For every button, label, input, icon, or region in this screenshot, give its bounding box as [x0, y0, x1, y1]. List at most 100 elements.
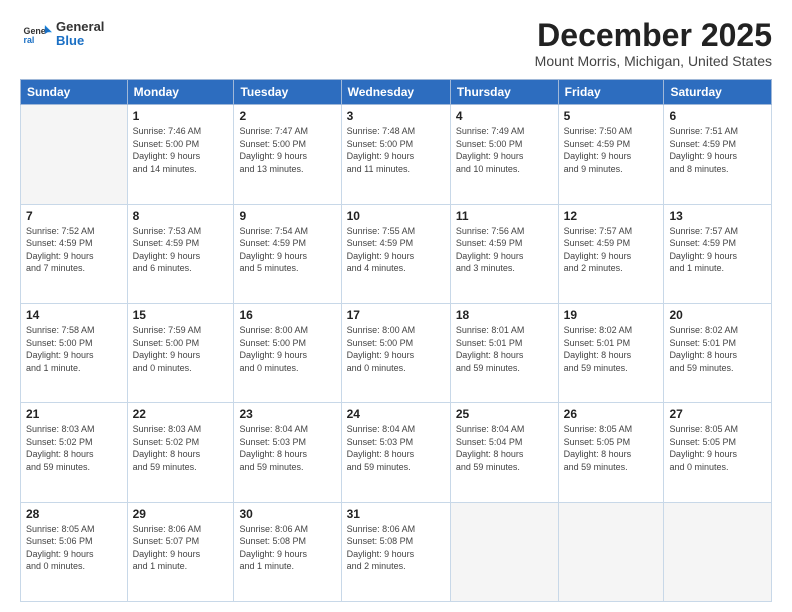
- logo-general-text: General: [56, 20, 104, 34]
- day-number: 18: [456, 308, 553, 322]
- day-cell: 7Sunrise: 7:52 AMSunset: 4:59 PMDaylight…: [21, 204, 128, 303]
- day-cell: [450, 502, 558, 601]
- day-cell: 6 Sunrise: 7:51 AMSunset: 4:59 PMDaylight…: [664, 105, 772, 204]
- day-cell: 30 Sunrise: 8:06 AMSunset: 5:08 PMDayligh…: [234, 502, 341, 601]
- day-info: Sunrise: 7:54 AMSunset: 4:59 PMDaylight:…: [239, 225, 335, 275]
- day-number: 28: [26, 507, 122, 521]
- day-info: Sunrise: 8:02 AMSunset: 5:01 PMDaylight:…: [669, 324, 766, 374]
- day-number: 5: [564, 109, 659, 123]
- day-number: 12: [564, 209, 659, 223]
- title-block: December 2025 Mount Morris, Michigan, Un…: [535, 18, 772, 69]
- day-info: Sunrise: 7:55 AMSunset: 4:59 PMDaylight:…: [347, 225, 445, 275]
- day-info: Sunrise: 7:56 AMSunset: 4:59 PMDaylight:…: [456, 225, 553, 275]
- day-number: 19: [564, 308, 659, 322]
- day-info: Sunrise: 8:02 AMSunset: 5:01 PMDaylight:…: [564, 324, 659, 374]
- day-number: 14: [26, 308, 122, 322]
- day-cell: 1Sunrise: 7:46 AMSunset: 5:00 PMDaylight…: [127, 105, 234, 204]
- day-info: Sunrise: 8:00 AMSunset: 5:00 PMDaylight:…: [347, 324, 445, 374]
- day-cell: 28 Sunrise: 8:05 AMSunset: 5:06 PMDayligh…: [21, 502, 128, 601]
- logo-text: General Blue: [56, 20, 104, 49]
- day-cell: 22 Sunrise: 8:03 AMSunset: 5:02 PMDayligh…: [127, 403, 234, 502]
- weekday-header-monday: Monday: [127, 80, 234, 105]
- day-cell: 18 Sunrise: 8:01 AMSunset: 5:01 PMDayligh…: [450, 303, 558, 402]
- day-cell: 16 Sunrise: 8:00 AMSunset: 5:00 PMDayligh…: [234, 303, 341, 402]
- day-cell: [664, 502, 772, 601]
- day-cell: [21, 105, 128, 204]
- day-info: Sunrise: 8:00 AMSunset: 5:00 PMDaylight:…: [239, 324, 335, 374]
- day-info: Sunrise: 7:49 AMSunset: 5:00 PMDaylight:…: [456, 125, 553, 175]
- day-number: 4: [456, 109, 553, 123]
- day-number: 17: [347, 308, 445, 322]
- weekday-header-wednesday: Wednesday: [341, 80, 450, 105]
- day-info: Sunrise: 8:05 AMSunset: 5:05 PMDaylight:…: [564, 423, 659, 473]
- day-cell: 5 Sunrise: 7:50 AMSunset: 4:59 PMDaylight…: [558, 105, 664, 204]
- day-number: 31: [347, 507, 445, 521]
- day-info: Sunrise: 7:52 AMSunset: 4:59 PMDaylight:…: [26, 225, 122, 275]
- day-number: 27: [669, 407, 766, 421]
- day-cell: 9 Sunrise: 7:54 AMSunset: 4:59 PMDaylight…: [234, 204, 341, 303]
- day-number: 30: [239, 507, 335, 521]
- day-cell: 17 Sunrise: 8:00 AMSunset: 5:00 PMDayligh…: [341, 303, 450, 402]
- day-number: 16: [239, 308, 335, 322]
- day-info: Sunrise: 8:06 AMSunset: 5:07 PMDaylight:…: [133, 523, 229, 573]
- day-info: Sunrise: 8:05 AMSunset: 5:06 PMDaylight:…: [26, 523, 122, 573]
- day-number: 25: [456, 407, 553, 421]
- day-info: Sunrise: 7:53 AMSunset: 4:59 PMDaylight:…: [133, 225, 229, 275]
- week-row-2: 7Sunrise: 7:52 AMSunset: 4:59 PMDaylight…: [21, 204, 772, 303]
- location: Mount Morris, Michigan, United States: [535, 53, 772, 69]
- weekday-header-sunday: Sunday: [21, 80, 128, 105]
- day-cell: 10 Sunrise: 7:55 AMSunset: 4:59 PMDayligh…: [341, 204, 450, 303]
- day-cell: 27 Sunrise: 8:05 AMSunset: 5:05 PMDayligh…: [664, 403, 772, 502]
- header: Gene ral General Blue December 2025 Moun…: [20, 18, 772, 69]
- day-info: Sunrise: 8:04 AMSunset: 5:04 PMDaylight:…: [456, 423, 553, 473]
- day-cell: 25 Sunrise: 8:04 AMSunset: 5:04 PMDayligh…: [450, 403, 558, 502]
- week-row-5: 28 Sunrise: 8:05 AMSunset: 5:06 PMDayligh…: [21, 502, 772, 601]
- day-number: 10: [347, 209, 445, 223]
- day-info: Sunrise: 8:03 AMSunset: 5:02 PMDaylight:…: [133, 423, 229, 473]
- weekday-header-thursday: Thursday: [450, 80, 558, 105]
- weekday-header-row: SundayMondayTuesdayWednesdayThursdayFrid…: [21, 80, 772, 105]
- day-cell: 24 Sunrise: 8:04 AMSunset: 5:03 PMDayligh…: [341, 403, 450, 502]
- day-cell: [558, 502, 664, 601]
- day-info: Sunrise: 8:06 AMSunset: 5:08 PMDaylight:…: [239, 523, 335, 573]
- day-number: 6: [669, 109, 766, 123]
- month-title: December 2025: [535, 18, 772, 53]
- day-number: 15: [133, 308, 229, 322]
- day-cell: 23 Sunrise: 8:04 AMSunset: 5:03 PMDayligh…: [234, 403, 341, 502]
- day-cell: 20 Sunrise: 8:02 AMSunset: 5:01 PMDayligh…: [664, 303, 772, 402]
- day-number: 22: [133, 407, 229, 421]
- day-info: Sunrise: 7:47 AMSunset: 5:00 PMDaylight:…: [239, 125, 335, 175]
- day-number: 9: [239, 209, 335, 223]
- day-info: Sunrise: 8:04 AMSunset: 5:03 PMDaylight:…: [239, 423, 335, 473]
- week-row-4: 21 Sunrise: 8:03 AMSunset: 5:02 PMDayligh…: [21, 403, 772, 502]
- day-info: Sunrise: 8:01 AMSunset: 5:01 PMDaylight:…: [456, 324, 553, 374]
- day-number: 21: [26, 407, 122, 421]
- day-cell: 4 Sunrise: 7:49 AMSunset: 5:00 PMDaylight…: [450, 105, 558, 204]
- day-cell: 21Sunrise: 8:03 AMSunset: 5:02 PMDayligh…: [21, 403, 128, 502]
- day-number: 23: [239, 407, 335, 421]
- day-number: 20: [669, 308, 766, 322]
- calendar-table: SundayMondayTuesdayWednesdayThursdayFrid…: [20, 79, 772, 602]
- day-number: 13: [669, 209, 766, 223]
- day-info: Sunrise: 7:57 AMSunset: 4:59 PMDaylight:…: [564, 225, 659, 275]
- day-info: Sunrise: 7:57 AMSunset: 4:59 PMDaylight:…: [669, 225, 766, 275]
- day-cell: 19 Sunrise: 8:02 AMSunset: 5:01 PMDayligh…: [558, 303, 664, 402]
- day-info: Sunrise: 8:04 AMSunset: 5:03 PMDaylight:…: [347, 423, 445, 473]
- day-cell: 15 Sunrise: 7:59 AMSunset: 5:00 PMDayligh…: [127, 303, 234, 402]
- day-info: Sunrise: 7:51 AMSunset: 4:59 PMDaylight:…: [669, 125, 766, 175]
- day-cell: 11Sunrise: 7:56 AMSunset: 4:59 PMDayligh…: [450, 204, 558, 303]
- day-info: Sunrise: 7:48 AMSunset: 5:00 PMDaylight:…: [347, 125, 445, 175]
- logo: Gene ral General Blue: [20, 18, 104, 50]
- day-info: Sunrise: 7:59 AMSunset: 5:00 PMDaylight:…: [133, 324, 229, 374]
- week-row-3: 14Sunrise: 7:58 AMSunset: 5:00 PMDayligh…: [21, 303, 772, 402]
- day-info: Sunrise: 8:05 AMSunset: 5:05 PMDaylight:…: [669, 423, 766, 473]
- svg-text:ral: ral: [24, 35, 35, 45]
- weekday-header-tuesday: Tuesday: [234, 80, 341, 105]
- weekday-header-saturday: Saturday: [664, 80, 772, 105]
- day-cell: 31Sunrise: 8:06 AMSunset: 5:08 PMDayligh…: [341, 502, 450, 601]
- day-number: 8: [133, 209, 229, 223]
- day-info: Sunrise: 7:50 AMSunset: 4:59 PMDaylight:…: [564, 125, 659, 175]
- day-number: 29: [133, 507, 229, 521]
- day-number: 24: [347, 407, 445, 421]
- logo-blue-text: Blue: [56, 34, 104, 48]
